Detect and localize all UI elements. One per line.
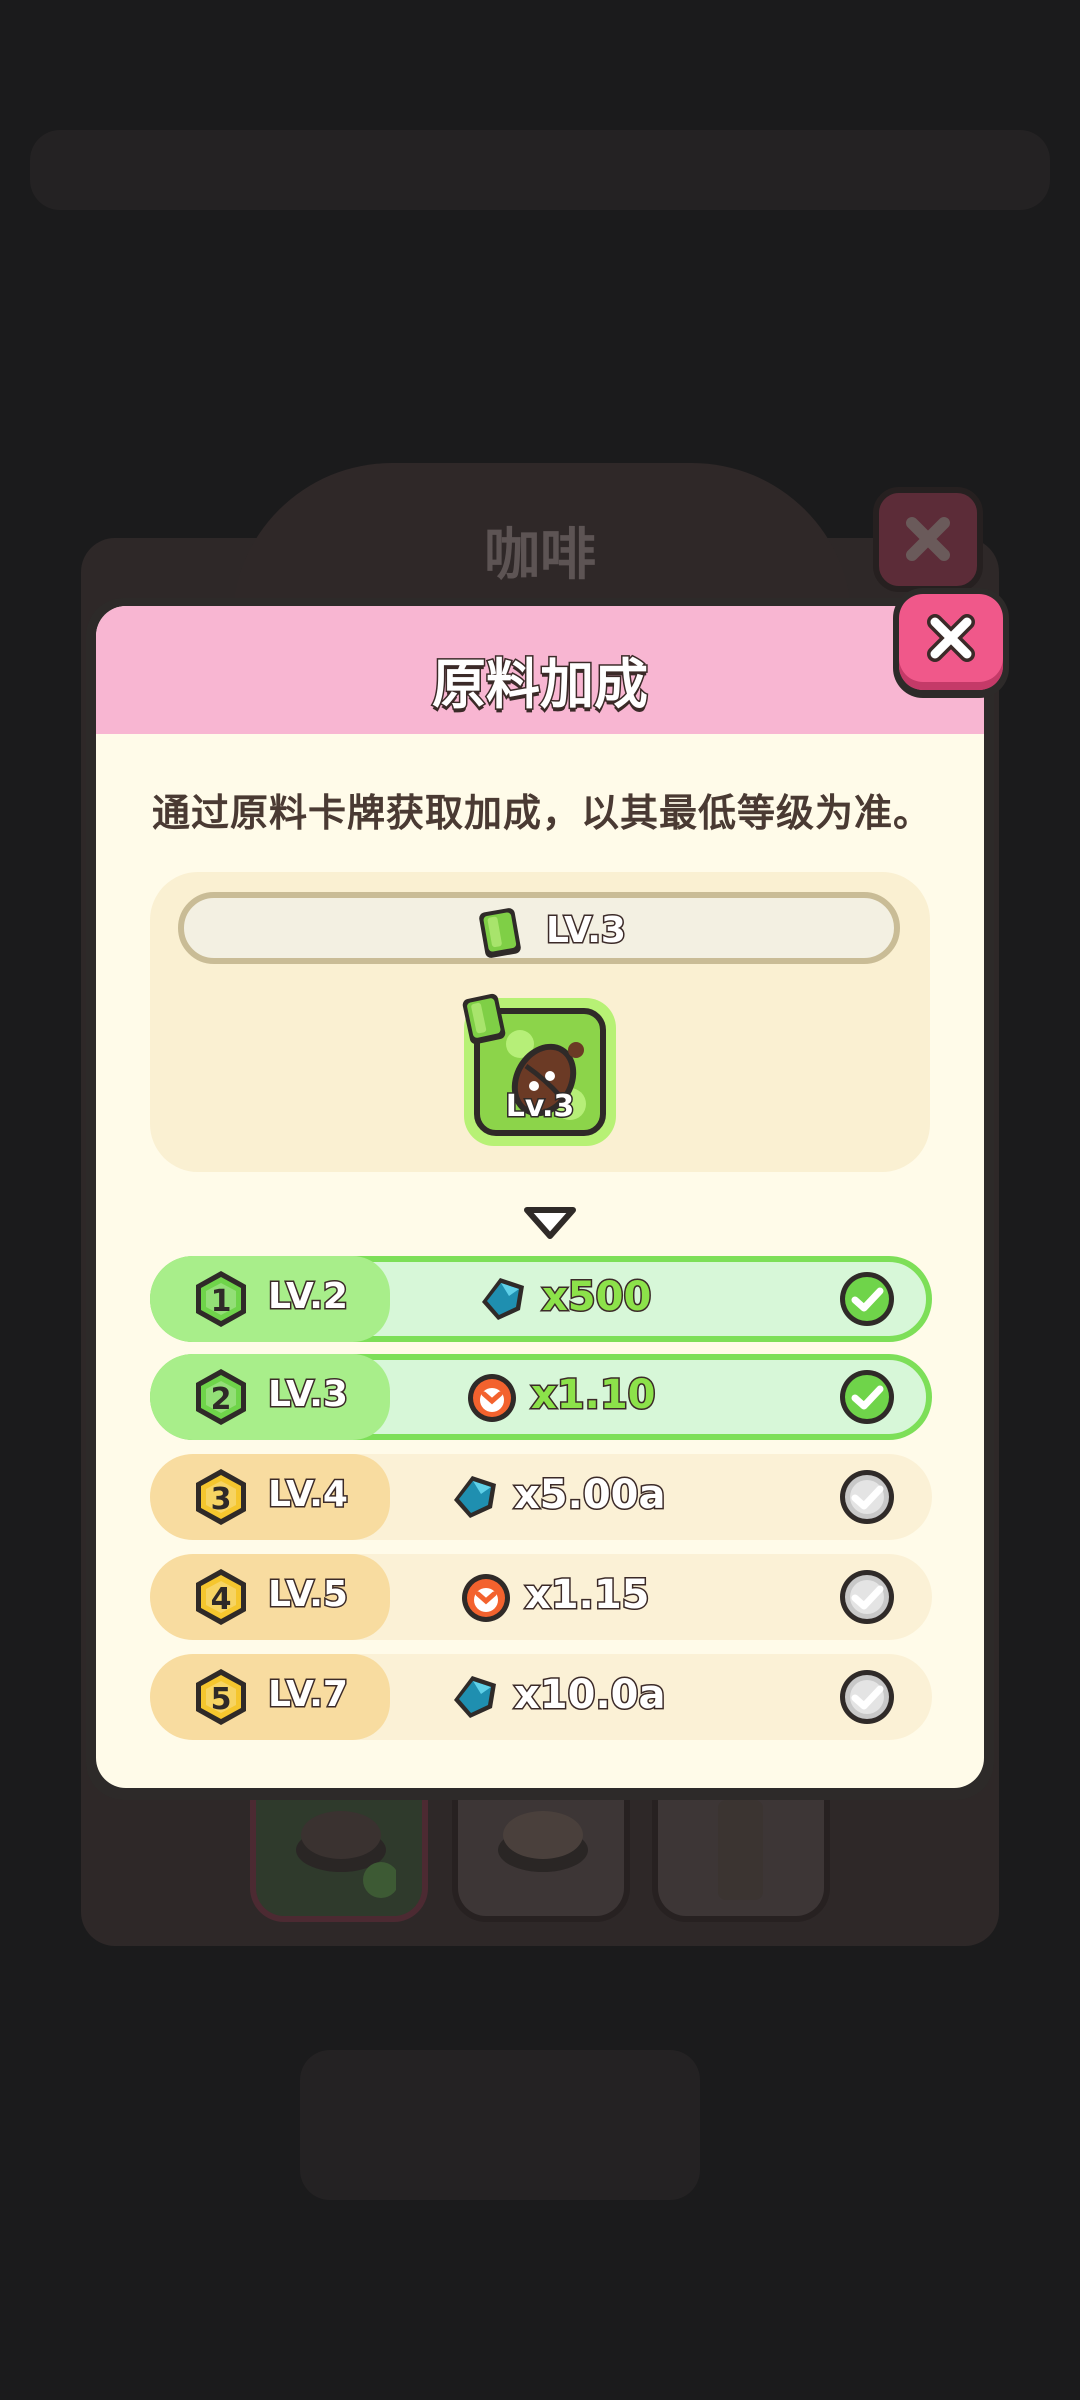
background-drink-slot-1 (250, 1780, 428, 1922)
card-level-area: LV.3 Lv.3 (150, 872, 930, 1172)
tier-step-hexagon-icon: 3 (192, 1466, 250, 1532)
background-close-button (873, 487, 983, 592)
tier-row-2: 2 LV.3 x1.10 (150, 1354, 932, 1440)
tier-step-number: 5 (211, 1682, 232, 1717)
tier-reward-value: x500 (540, 1273, 652, 1322)
tier-reward-value: x10.0a (512, 1671, 666, 1720)
background-blurred-footer (300, 2050, 700, 2200)
tier-step-number: 3 (211, 1482, 232, 1517)
current-level-pill: LV.3 (178, 892, 900, 964)
blue-gem-icon (448, 1470, 502, 1528)
close-button[interactable] (893, 588, 1009, 698)
tier-row-5: 5 LV.7 x10.0a (150, 1654, 932, 1740)
tier-level-label: LV.3 (267, 1373, 350, 1417)
tier-step-hexagon-icon: 4 (192, 1566, 250, 1632)
blue-gem-icon (448, 1670, 502, 1728)
tier-step-number: 2 (211, 1382, 232, 1417)
tier-row-4: 4 LV.5 x1.15 (150, 1554, 932, 1640)
tier-level-label: LV.4 (267, 1473, 350, 1517)
check-icon (838, 1468, 896, 1530)
background-panel-title: 咖啡 (484, 523, 596, 588)
tier-reward-value: x1.10 (530, 1371, 657, 1420)
tier-reward-value: x1.15 (524, 1571, 651, 1620)
tier-row-3: 3 LV.4 x5.00a (150, 1454, 932, 1540)
background-drink-slot-2 (452, 1780, 630, 1922)
tier-reward-value: x5.00a (512, 1471, 666, 1520)
check-icon (838, 1668, 896, 1730)
green-card-icon (474, 904, 526, 964)
modal-description: 通过原料卡牌获取加成，以其最低等级为准。 (152, 791, 933, 835)
check-icon (838, 1270, 896, 1332)
modal-body: 原料加成 通过原料卡牌获取加成，以其最低等级为准。 LV.3 Lv.3 1 LV… (96, 606, 984, 1788)
check-icon (838, 1568, 896, 1630)
clock-multiplier-icon (465, 1370, 519, 1428)
tier-level-label: LV.5 (267, 1573, 350, 1617)
coffee-bean-card[interactable]: Lv.3 (462, 993, 616, 1146)
close-icon (927, 614, 975, 662)
clock-multiplier-icon (459, 1570, 513, 1628)
check-icon (838, 1368, 896, 1430)
green-card-badge-icon (458, 990, 510, 1052)
tier-level-label: LV.2 (267, 1275, 350, 1319)
tier-step-hexagon-icon: 2 (192, 1366, 250, 1432)
blue-gem-icon (476, 1272, 530, 1330)
tier-step-hexagon-icon: 1 (192, 1268, 250, 1334)
tier-step-hexagon-icon: 5 (192, 1666, 250, 1732)
background-blurred-header (30, 130, 1050, 210)
current-level-text: LV.3 (545, 909, 628, 953)
chevron-down-icon (521, 1204, 579, 1248)
background-drink-slot-3 (652, 1780, 830, 1922)
tier-level-label: LV.7 (267, 1673, 350, 1717)
modal-header: 原料加成 (96, 606, 984, 734)
tier-step-number: 4 (211, 1582, 232, 1617)
card-level-label: Lv.3 (504, 1088, 576, 1126)
tier-step-number: 1 (211, 1284, 232, 1319)
tier-row-1: 1 LV.2 x500 (150, 1256, 932, 1342)
ingredient-bonus-modal: 原料加成 通过原料卡牌获取加成，以其最低等级为准。 LV.3 Lv.3 1 LV… (86, 598, 994, 1800)
modal-title: 原料加成 (431, 652, 650, 718)
